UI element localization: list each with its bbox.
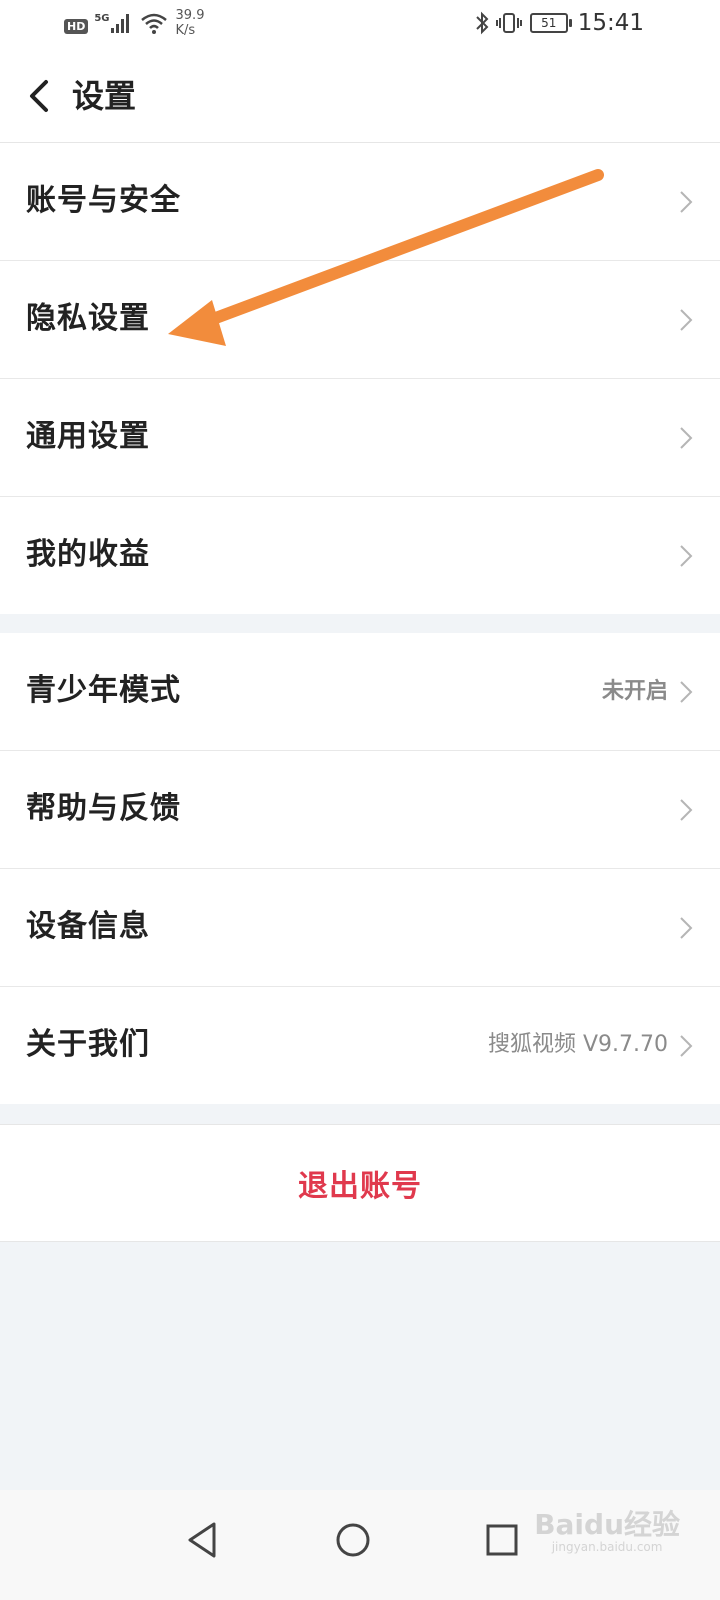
settings-row-privacy[interactable]: 隐私设置 [0,261,720,379]
settings-row-youth-mode[interactable]: 青少年模式 未开启 [0,633,720,751]
logout-label: 退出账号 [298,1169,422,1204]
row-label: 我的收益 [26,537,150,572]
status-bar: HD 5G 39.9 K/s 51 15:41 [0,0,720,50]
chevron-right-icon [680,545,693,567]
row-label: 账号与安全 [26,183,181,218]
watermark-domain: jingyan.baidu.com [551,1540,663,1554]
settings-row-account-security[interactable]: 账号与安全 [0,143,720,261]
row-label: 隐私设置 [26,301,150,336]
settings-row-general[interactable]: 通用设置 [0,379,720,497]
row-value: 搜狐视频 V9.7.70 [487,1032,668,1057]
status-left: HD 5G 39.9 K/s [64,8,204,38]
header: 设置 [0,50,720,143]
logout-button[interactable]: 退出账号 [0,1124,720,1242]
status-right: 51 15:41 [474,10,644,36]
chevron-right-icon [680,681,693,703]
navigation-bar: Baidu经验 jingyan.baidu.com [0,1490,720,1600]
signal-icon [110,14,129,33]
watermark-brand: Baidu经验 [534,1508,680,1541]
settings-row-about-us[interactable]: 关于我们 搜狐视频 V9.7.70 [0,987,720,1104]
row-label: 青少年模式 [26,673,181,708]
chevron-right-icon [680,309,693,331]
chevron-right-icon [680,191,693,213]
chevron-left-icon[interactable] [22,74,58,118]
settings-row-help-feedback[interactable]: 帮助与反馈 [0,751,720,869]
page-title: 设置 [72,77,137,115]
settings-row-device-info[interactable]: 设备信息 [0,869,720,987]
chevron-right-icon [680,917,693,939]
chevron-right-icon [680,427,693,449]
speed-value: 39.9 [175,8,205,23]
settings-group-2: 青少年模式 未开启 帮助与反馈 设备信息 关于我们 搜狐视频 V9.7.70 [0,633,720,1104]
row-label: 设备信息 [26,909,150,944]
chevron-right-icon [680,799,693,821]
row-label: 通用设置 [26,419,150,454]
settings-group-1: 账号与安全 隐私设置 通用设置 我的收益 [0,143,720,614]
hd-badge: HD [64,18,89,34]
row-label: 关于我们 [26,1027,150,1062]
chevron-right-icon [680,1035,693,1057]
speed-unit: K/s [175,23,196,38]
clock: 15:41 [577,10,644,36]
network-speed: 39.9 K/s [176,8,205,38]
square-recents-icon[interactable] [474,1512,530,1568]
bluetooth-icon [475,11,489,35]
network-type: 5G [94,12,110,24]
vibrate-icon [495,13,522,33]
watermark: Baidu经验 jingyan.baidu.com [534,1508,680,1555]
battery-indicator: 51 [529,13,572,33]
settings-row-earnings[interactable]: 我的收益 [0,497,720,614]
wifi-icon [140,13,167,34]
row-label: 帮助与反馈 [26,791,181,826]
circle-home-icon[interactable] [325,1512,381,1568]
row-value: 未开启 [601,678,668,704]
triangle-back-icon[interactable] [174,1512,230,1568]
